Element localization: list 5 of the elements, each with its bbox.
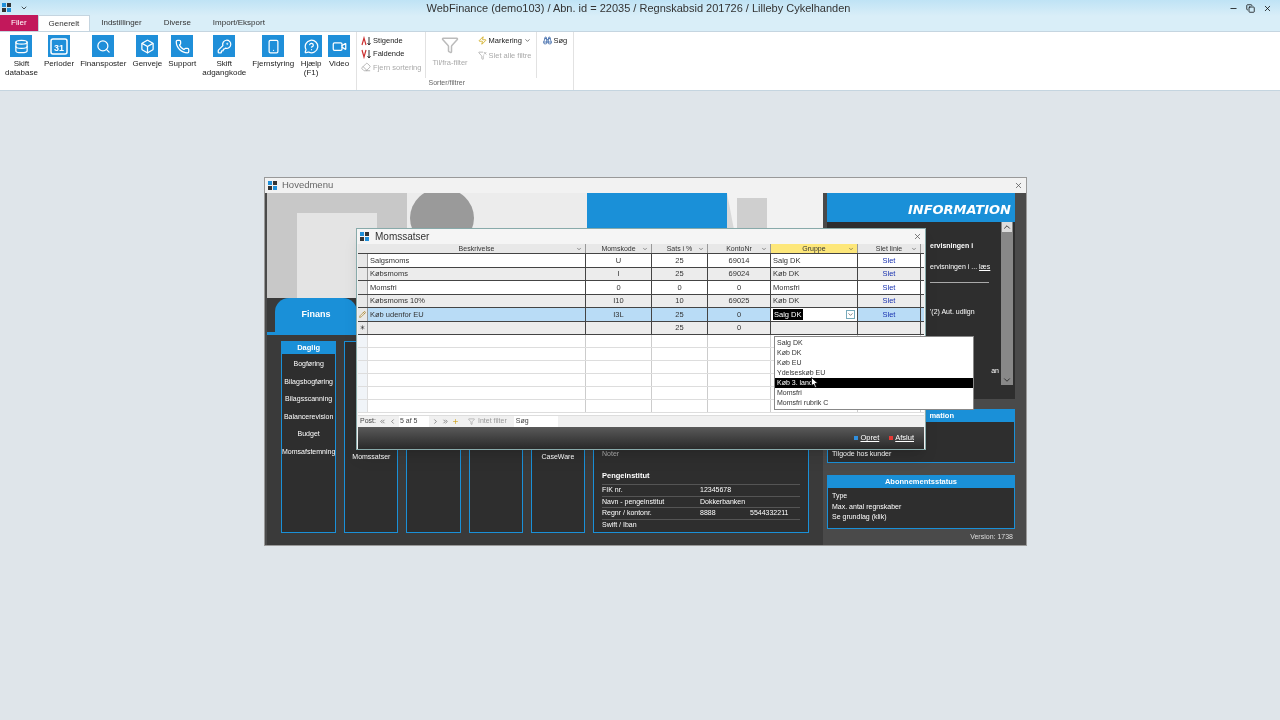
dialog-title: Momssatser xyxy=(375,230,430,244)
window-title: WebFinance (demo103) / Abn. id = 22035 / Regnskabsid 201726 / Lilleby Cykelhanden xyxy=(425,0,852,16)
information-title: INFORMATION xyxy=(907,200,1011,219)
window-title: Hovedmenu xyxy=(282,178,334,193)
calendar-icon: 31 xyxy=(48,35,71,57)
